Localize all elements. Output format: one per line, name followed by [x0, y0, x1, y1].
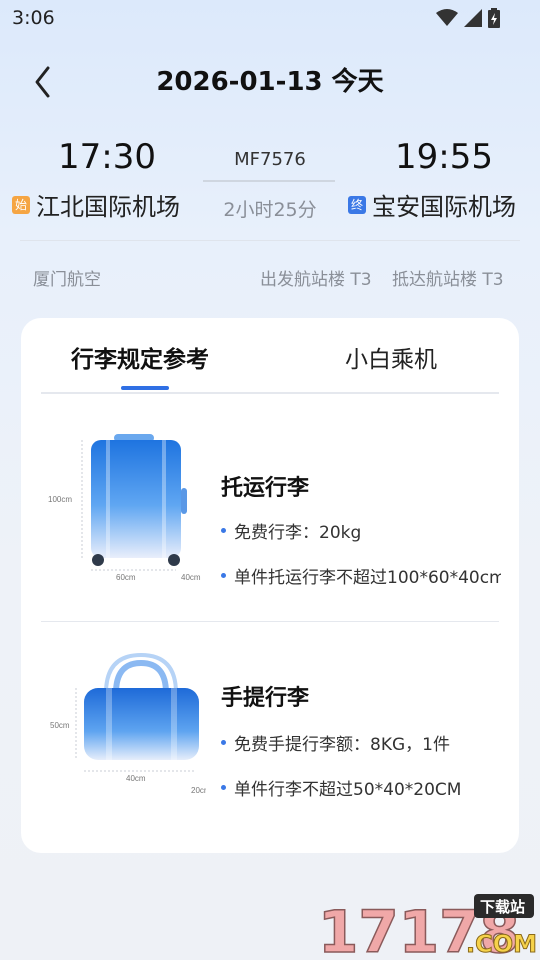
- carry-on-section: 50cm 40cm 20cm 手提行李 免费手提行李额：8KG，1件 单件行李不…: [21, 652, 519, 838]
- checked-baggage-rule: 免费行李：20kg: [221, 518, 501, 543]
- bullet-dot: [221, 528, 226, 533]
- carry-on-rule: 单件行李不超过50*40*20CM: [221, 775, 501, 800]
- arrival-time: 19:55: [395, 137, 493, 177]
- tab-indicator: [121, 386, 169, 390]
- checked-baggage-section: 100cm 60cm 40cm 托运行李 免费行李：20kg 单件托运行李不超过…: [21, 418, 519, 608]
- departure-airport: 始 江北国际机场: [12, 187, 180, 222]
- flight-number: MF7576: [234, 149, 306, 170]
- baggage-card: 行李规定参考 小白乘机 100cm 60cm 40cm 托运行李 免费行李：20…: [21, 318, 519, 853]
- suitcase-illustration: 100cm 60cm 40cm: [48, 434, 201, 582]
- status-icons: [436, 8, 500, 28]
- carry-on-rule: 免费手提行李额：8KG，1件: [221, 730, 501, 755]
- tab-bar: 行李规定参考 小白乘机: [21, 318, 519, 394]
- handbag-width-label: 40cm: [126, 774, 146, 783]
- arrival-airport: 终 宝安国际机场: [348, 187, 516, 222]
- watermark-suffix: .COM: [466, 930, 537, 958]
- tab-baggage-rules[interactable]: 行李规定参考: [71, 340, 209, 374]
- site-watermark-logo: 17178 .COM 下载站: [317, 894, 538, 960]
- battery-icon: [488, 8, 500, 28]
- checked-baggage-title: 托运行李: [221, 476, 310, 501]
- bullet-dot: [221, 740, 226, 745]
- departure-terminal: 出发航站楼 T3: [260, 270, 372, 290]
- arrival-tag: 终: [348, 195, 366, 214]
- suitcase-height-label: 100cm: [48, 495, 72, 504]
- departure-time: 17:30: [58, 137, 156, 177]
- arrival-terminal: 抵达航站楼 T3: [392, 270, 504, 290]
- suitcase-width-label: 60cm: [116, 573, 136, 582]
- suitcase-depth-label: 40cm: [181, 573, 201, 582]
- handbag-height-label: 50cm: [50, 721, 70, 730]
- page-title: 2026-01-13 今天: [156, 67, 384, 97]
- flight-duration: 2小时25分: [223, 199, 317, 221]
- flight-route-line: [203, 180, 335, 182]
- flight-summary: 17:30 MF7576 2小时25分 19:55 始 江北国际机场 终 宝安国…: [0, 135, 540, 235]
- tab-beginner-guide[interactable]: 小白乘机: [345, 340, 437, 374]
- departure-tag: 始: [12, 195, 30, 214]
- bullet-dot: [221, 573, 226, 578]
- arrival-airport-name: 宝安国际机场: [372, 193, 516, 221]
- rule-text: 免费行李：20kg: [234, 523, 362, 543]
- watermark-badge: 下载站: [480, 898, 525, 916]
- departure-airport-name: 江北国际机场: [36, 193, 180, 221]
- carry-on-title: 手提行李: [221, 686, 310, 711]
- handbag-illustration: 50cm 40cm 20cm: [50, 652, 206, 795]
- header: 2026-01-13 今天: [0, 55, 540, 105]
- status-time: 3:06: [12, 7, 55, 29]
- airline-name: 厦门航空: [33, 270, 101, 290]
- rule-text: 单件托运行李不超过100*60*40cm: [234, 568, 501, 588]
- rule-text: 免费手提行李额：8KG，1件: [234, 735, 450, 755]
- rule-text: 单件行李不超过50*40*20CM: [234, 780, 462, 800]
- handbag-depth-label: 20cm: [191, 786, 206, 795]
- wifi-icon: [436, 9, 458, 26]
- cellular-signal-icon: [464, 9, 482, 27]
- section-divider: [41, 621, 499, 622]
- tabs-divider: [41, 392, 499, 394]
- checked-baggage-rule: 单件托运行李不超过100*60*40cm: [221, 563, 501, 588]
- bullet-dot: [221, 785, 226, 790]
- status-bar: 3:06: [0, 0, 540, 36]
- divider: [20, 240, 520, 241]
